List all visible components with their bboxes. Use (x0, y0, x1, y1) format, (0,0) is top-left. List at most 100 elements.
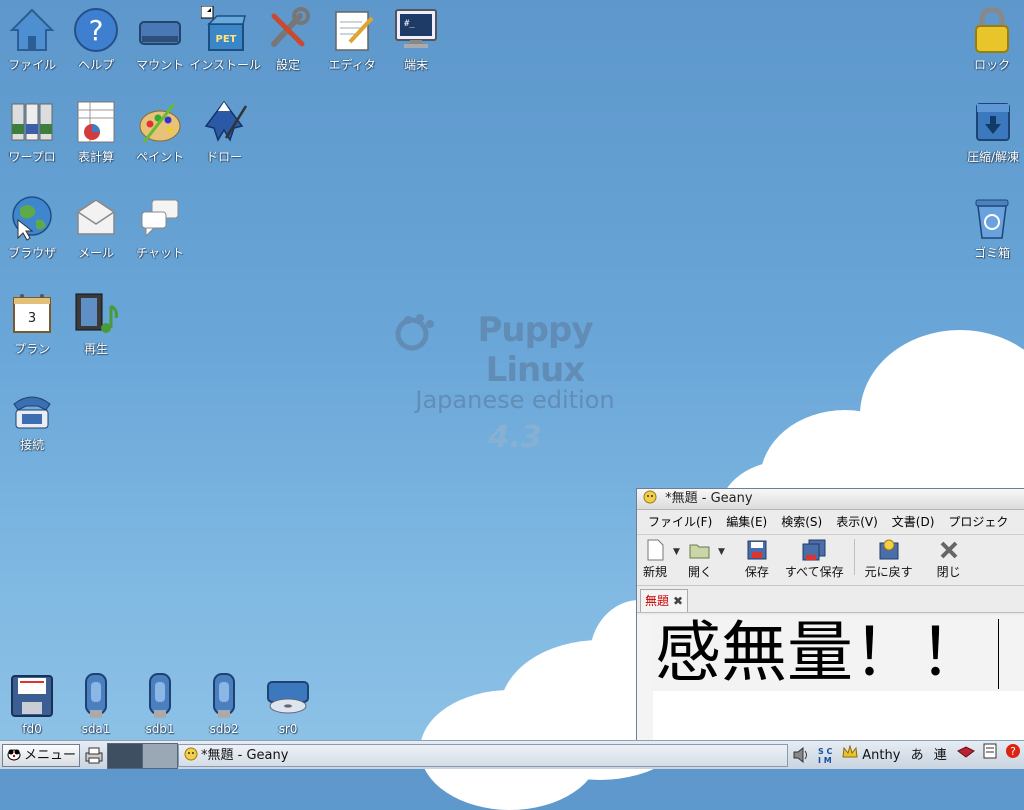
notes-icon[interactable] (983, 743, 997, 768)
desktop-icon-install[interactable]: PET インストール (188, 6, 262, 73)
calendar-day: 3 (28, 311, 36, 326)
geany-window[interactable]: *無題 - Geany ファイル(F) 編集(E) 検索(S) 表示(V) 文書(D) プ… (636, 488, 1024, 742)
desktop-icon-chat[interactable]: チャット (126, 194, 194, 261)
pet-badge: PET (216, 34, 237, 45)
printer-icon[interactable] (84, 746, 104, 764)
desktop-icon-player[interactable]: 再生 (62, 290, 130, 357)
geany-icon (643, 490, 657, 504)
desktop-icon-planner[interactable]: 3 プラン (0, 290, 66, 357)
save-all-button[interactable]: すべて保存 (775, 539, 850, 580)
volume-icon[interactable] (792, 747, 810, 763)
save-button[interactable]: 保存 (727, 539, 775, 580)
desktop-icon-lock[interactable]: ロック (958, 6, 1024, 73)
conversion-mode[interactable]: 連 (934, 744, 947, 768)
media-player-icon (75, 293, 118, 333)
workspace-1[interactable] (107, 743, 143, 769)
dictionary-book-icon[interactable] (956, 744, 975, 768)
desktop-icon-draw[interactable]: ドロー (190, 98, 258, 165)
usb-drive-icon (85, 673, 107, 718)
drive-icon-sr0[interactable]: sr0 (254, 672, 322, 736)
menu-view[interactable]: 表示(V) (829, 515, 885, 529)
workspace-2[interactable] (142, 743, 178, 769)
scim-icon[interactable]: S CI M (818, 747, 838, 765)
usb-drive-icon (213, 673, 235, 718)
tab-untitled-label: 無題 (645, 594, 670, 608)
taskbar-task-geany[interactable]: *無題 - Geany (178, 744, 788, 767)
drive-icon-sda1[interactable]: sda1 (62, 672, 130, 736)
open-button[interactable]: 開く (682, 539, 718, 580)
telephone-icon (13, 396, 51, 429)
desktop-icon-connect[interactable]: 接続 (0, 386, 66, 453)
tab-untitled[interactable]: 無題 ✖ (640, 589, 689, 612)
new-button[interactable]: 新規 (637, 539, 673, 580)
toolbar-separator (853, 539, 855, 575)
menu-edit[interactable]: 編集(E) (719, 515, 774, 529)
package-install-icon: PET (201, 6, 246, 51)
svg-text:?: ? (89, 14, 104, 47)
save-floppy-icon (747, 540, 767, 560)
help-tray-icon[interactable]: ? (1005, 743, 1021, 768)
menu-project[interactable]: プロジェク (941, 515, 1015, 529)
save-all-icon (802, 539, 826, 561)
input-mode-hiragana[interactable]: あ (911, 744, 924, 768)
open-dropdown-arrow[interactable]: ▼ (718, 539, 727, 557)
puppy-paw-icon (395, 314, 434, 351)
desktop-icon-wordprocessor[interactable]: ワープロ (0, 98, 66, 165)
new-dropdown-arrow[interactable]: ▼ (673, 539, 682, 557)
terminal-prompt: #_ (404, 19, 415, 29)
geany-titlebar[interactable]: *無題 - Geany (637, 489, 1024, 510)
tab-close-icon[interactable]: ✖ (673, 590, 683, 612)
desktop-icon-settings[interactable]: 設定 (254, 6, 322, 73)
hard-drive-icon (139, 21, 181, 45)
desktop-icon-mail[interactable]: メール (62, 194, 130, 261)
system-tray: S CI M Anthy あ 連 ? (818, 743, 1024, 767)
editor-area[interactable]: 感無量！！ (637, 615, 1024, 741)
chat-bubbles-icon (141, 199, 179, 238)
taskbar: メニュー *無題 - Geany S CI M Anthy あ 連 ? (0, 740, 1024, 769)
desktop-icon-spreadsheet[interactable]: 表計算 (62, 98, 130, 165)
drive-icon-fd0[interactable]: fd0 (0, 672, 66, 736)
text-caret (998, 619, 999, 689)
calendar-icon: 3 (13, 294, 51, 333)
editor-gutter (637, 615, 653, 741)
home-icon (9, 8, 55, 51)
trash-icon (975, 199, 1009, 239)
menu-document[interactable]: 文書(D) (885, 515, 942, 529)
binders-icon (11, 103, 53, 141)
start-menu-button[interactable]: メニュー (2, 744, 80, 767)
spreadsheet-icon (77, 101, 115, 143)
desktop-icon-terminal[interactable]: #_ 端末 (382, 6, 450, 73)
anthy-crown-icon (842, 743, 858, 768)
mail-envelope-icon (77, 199, 115, 235)
geany-icon (184, 747, 198, 761)
menu-file[interactable]: ファイル(F) (641, 515, 719, 529)
desktop-icon-browser[interactable]: ブラウザ (0, 194, 66, 261)
menu-search[interactable]: 検索(S) (774, 515, 829, 529)
geany-tabbar: 無題 ✖ (637, 586, 1024, 613)
close-button[interactable]: 閉じ (919, 539, 967, 580)
revert-icon (879, 539, 899, 560)
inkscape-draw-icon (204, 100, 248, 142)
drive-icon-sdb2[interactable]: sdb2 (190, 672, 258, 736)
drive-icon-sdb1[interactable]: sdb1 (126, 672, 194, 736)
desktop-icon-archive[interactable]: 圧縮/解凍 (958, 98, 1024, 165)
editor-text: 感無量！！ (655, 614, 985, 691)
desktop-icon-mount[interactable]: マウント (134, 6, 186, 73)
puppy-linux-logo: Puppy Linux Japanese edition 4.3 (390, 310, 640, 455)
svg-text:?: ? (1010, 745, 1016, 758)
padlock-icon (975, 7, 1009, 53)
terminal-icon: #_ (395, 9, 437, 48)
anthy-label[interactable]: Anthy (862, 744, 900, 768)
start-menu-label: メニュー (24, 748, 77, 763)
desktop-icon-file[interactable]: ファイル (0, 6, 66, 73)
desktop-icon-trash[interactable]: ゴミ箱 (958, 194, 1024, 261)
desktop-icon-help[interactable]: ? ヘルプ (62, 6, 130, 73)
tools-icon (271, 7, 310, 47)
globe-icon (12, 196, 52, 241)
desktop-icon-editor[interactable]: エディタ (318, 6, 386, 73)
help-icon: ? (74, 8, 118, 52)
revert-button[interactable]: 元に戻す (859, 539, 919, 580)
desktop-icon-paint[interactable]: ペイント (126, 98, 194, 165)
archive-box-icon (976, 103, 1010, 141)
optical-drive-icon (267, 681, 309, 714)
